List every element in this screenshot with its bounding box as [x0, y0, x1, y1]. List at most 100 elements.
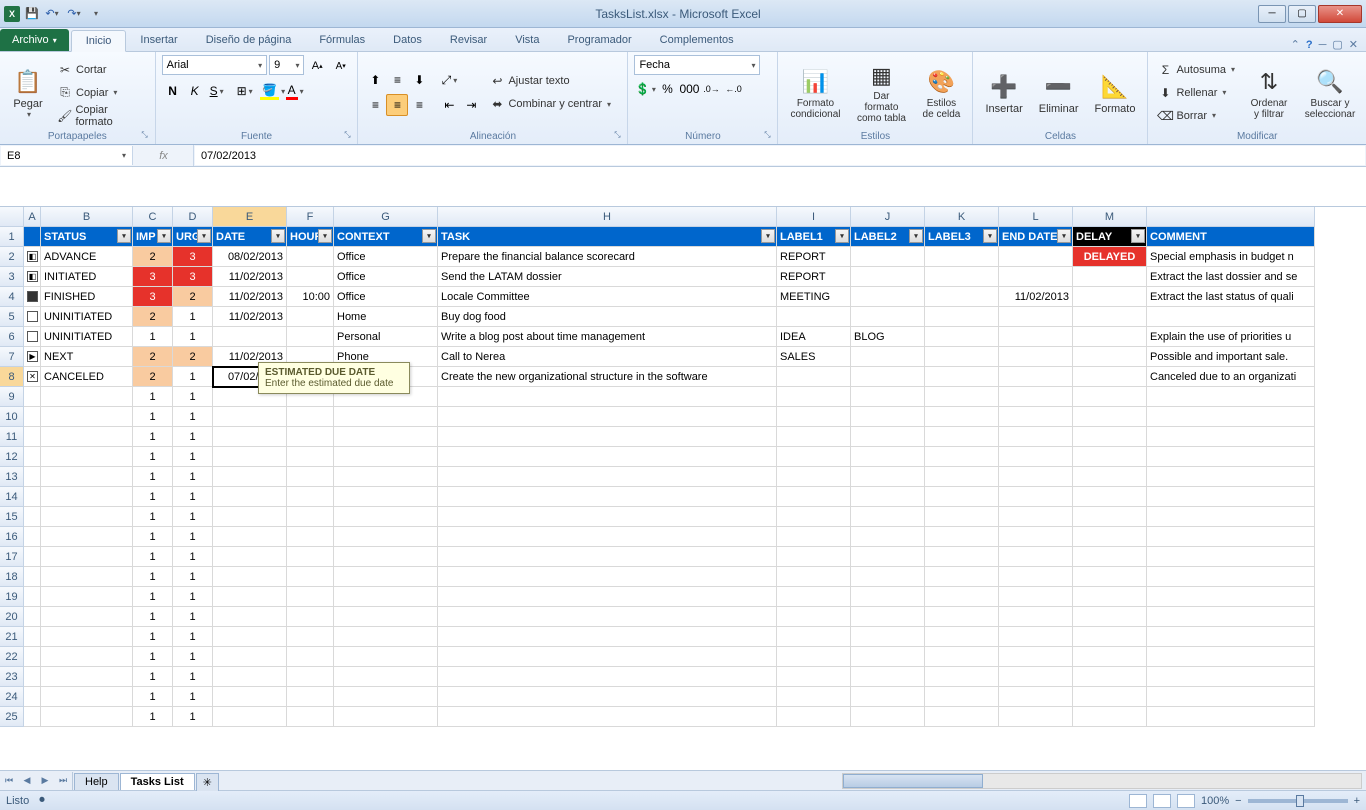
font-name-combo[interactable]: Arial▾ — [162, 55, 268, 75]
cell-urg[interactable]: 1 — [173, 367, 213, 387]
cell[interactable] — [287, 687, 334, 707]
cell[interactable] — [999, 707, 1073, 727]
cell-urg[interactable]: 1 — [173, 387, 213, 407]
cell[interactable] — [41, 447, 133, 467]
cell-imp[interactable]: 2 — [133, 367, 173, 387]
cell[interactable] — [24, 587, 41, 607]
cell[interactable] — [777, 587, 851, 607]
cell[interactable] — [334, 687, 438, 707]
thousands-button[interactable]: 000 — [678, 78, 700, 100]
cell[interactable] — [777, 487, 851, 507]
cell[interactable] — [438, 547, 777, 567]
cell-imp[interactable]: 1 — [133, 527, 173, 547]
header-delay[interactable]: DELAY▾ — [1073, 227, 1147, 247]
cell[interactable] — [41, 387, 133, 407]
cell[interactable] — [287, 567, 334, 587]
cell[interactable] — [1073, 707, 1147, 727]
row-header-6[interactable]: 6 — [0, 327, 24, 347]
cell[interactable] — [287, 647, 334, 667]
decrease-decimal-button[interactable]: ←.0 — [722, 78, 744, 100]
align-bottom-button[interactable]: ⬇ — [408, 69, 430, 91]
cell[interactable] — [1147, 667, 1315, 687]
cell[interactable] — [851, 387, 925, 407]
fill-button[interactable]: ⬇Rellenar▾ — [1154, 82, 1238, 104]
cell-delay[interactable] — [1073, 327, 1147, 347]
cell-date[interactable]: 11/02/2013 — [213, 287, 287, 307]
autosum-button[interactable]: ΣAutosuma▾ — [1154, 59, 1238, 81]
cell[interactable] — [438, 687, 777, 707]
cell-urg[interactable]: 1 — [173, 307, 213, 327]
cell[interactable] — [999, 467, 1073, 487]
cell[interactable] — [41, 607, 133, 627]
row-header-3[interactable]: 3 — [0, 267, 24, 287]
cell[interactable] — [925, 607, 999, 627]
row-header-17[interactable]: 17 — [0, 547, 24, 567]
cell[interactable] — [213, 707, 287, 727]
cell[interactable] — [41, 547, 133, 567]
row-header-8[interactable]: 8 — [0, 367, 24, 387]
cell[interactable] — [438, 607, 777, 627]
dialog-launcher[interactable]: ⤡ — [139, 130, 151, 142]
cell[interactable] — [24, 487, 41, 507]
cell-hour[interactable] — [287, 327, 334, 347]
macro-record-icon[interactable]: ⏺ — [39, 794, 45, 807]
copy-button[interactable]: ⎘Copiar▾ — [54, 82, 149, 104]
cell[interactable] — [1073, 407, 1147, 427]
filter-arrow[interactable]: ▾ — [983, 229, 997, 243]
row-header-2[interactable]: 2 — [0, 247, 24, 267]
cell[interactable] — [1073, 467, 1147, 487]
cell-urg[interactable]: 1 — [173, 647, 213, 667]
borders-button[interactable]: ⊞▾ — [234, 80, 256, 102]
cell-label2[interactable] — [851, 367, 925, 387]
cell-urg[interactable]: 3 — [173, 247, 213, 267]
cell[interactable] — [438, 507, 777, 527]
align-right-button[interactable]: ≡ — [408, 94, 430, 116]
cell[interactable] — [213, 467, 287, 487]
align-center-button[interactable]: ≡ — [386, 94, 408, 116]
cell[interactable] — [999, 387, 1073, 407]
cell[interactable] — [925, 447, 999, 467]
font-size-combo[interactable]: 9▾ — [269, 55, 304, 75]
cell[interactable] — [334, 587, 438, 607]
cell-task[interactable]: Send the LATAM dossier — [438, 267, 777, 287]
row-header-5[interactable]: 5 — [0, 307, 24, 327]
cell[interactable] — [438, 667, 777, 687]
col-header-B[interactable]: B — [41, 207, 133, 227]
cell[interactable] — [41, 507, 133, 527]
cell-date[interactable]: 08/02/2013 — [213, 247, 287, 267]
cell[interactable] — [438, 407, 777, 427]
cell[interactable] — [24, 707, 41, 727]
cell-label3[interactable] — [925, 307, 999, 327]
cell[interactable] — [213, 407, 287, 427]
cell[interactable] — [438, 527, 777, 547]
cell-status-icon[interactable]: ◧ — [24, 247, 41, 267]
cell[interactable] — [925, 387, 999, 407]
new-sheet-button[interactable]: ✳ — [196, 773, 219, 791]
cell[interactable] — [24, 687, 41, 707]
cell[interactable] — [24, 607, 41, 627]
cell[interactable] — [24, 467, 41, 487]
sort-filter-button[interactable]: ⇅Ordenar y filtrar — [1242, 60, 1296, 126]
cell[interactable] — [41, 587, 133, 607]
cell[interactable] — [851, 687, 925, 707]
cell[interactable] — [1147, 707, 1315, 727]
cell[interactable] — [334, 567, 438, 587]
zoom-slider[interactable] — [1248, 799, 1348, 803]
cell[interactable] — [851, 507, 925, 527]
tab-complementos[interactable]: Complementos — [646, 29, 748, 51]
cell-urg[interactable]: 2 — [173, 287, 213, 307]
cell-imp[interactable]: 1 — [133, 647, 173, 667]
cell[interactable] — [438, 447, 777, 467]
cell[interactable] — [41, 427, 133, 447]
col-header-E[interactable]: E — [213, 207, 287, 227]
cell[interactable] — [334, 447, 438, 467]
cell[interactable] — [41, 487, 133, 507]
cell-task[interactable]: Write a blog post about time management — [438, 327, 777, 347]
cell[interactable] — [213, 607, 287, 627]
filter-arrow[interactable]: ▾ — [835, 229, 849, 243]
col-header-M[interactable]: M — [1073, 207, 1147, 227]
filter-arrow[interactable]: ▾ — [318, 229, 332, 243]
cell-comment[interactable]: Special emphasis in budget n — [1147, 247, 1315, 267]
workbook-close-icon[interactable]: ✕ — [1349, 38, 1358, 51]
window-minimize-button[interactable]: ─ — [1258, 5, 1286, 23]
